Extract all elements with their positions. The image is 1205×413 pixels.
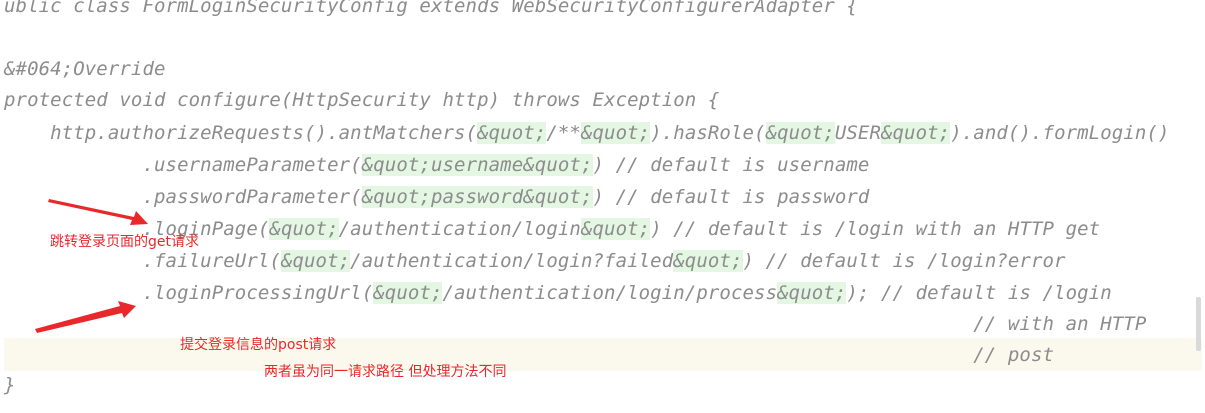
arrow-to-login-page: [48, 199, 148, 225]
annotation-post-request: 提交登录信息的post请求: [180, 337, 337, 353]
annotation-get-request: 跳转登录页面的get请求: [50, 234, 199, 250]
arrow-to-processing-url: [35, 301, 136, 333]
annotation-same-path: 两者虽为同一请求路径 但处理方法不同: [264, 364, 507, 380]
